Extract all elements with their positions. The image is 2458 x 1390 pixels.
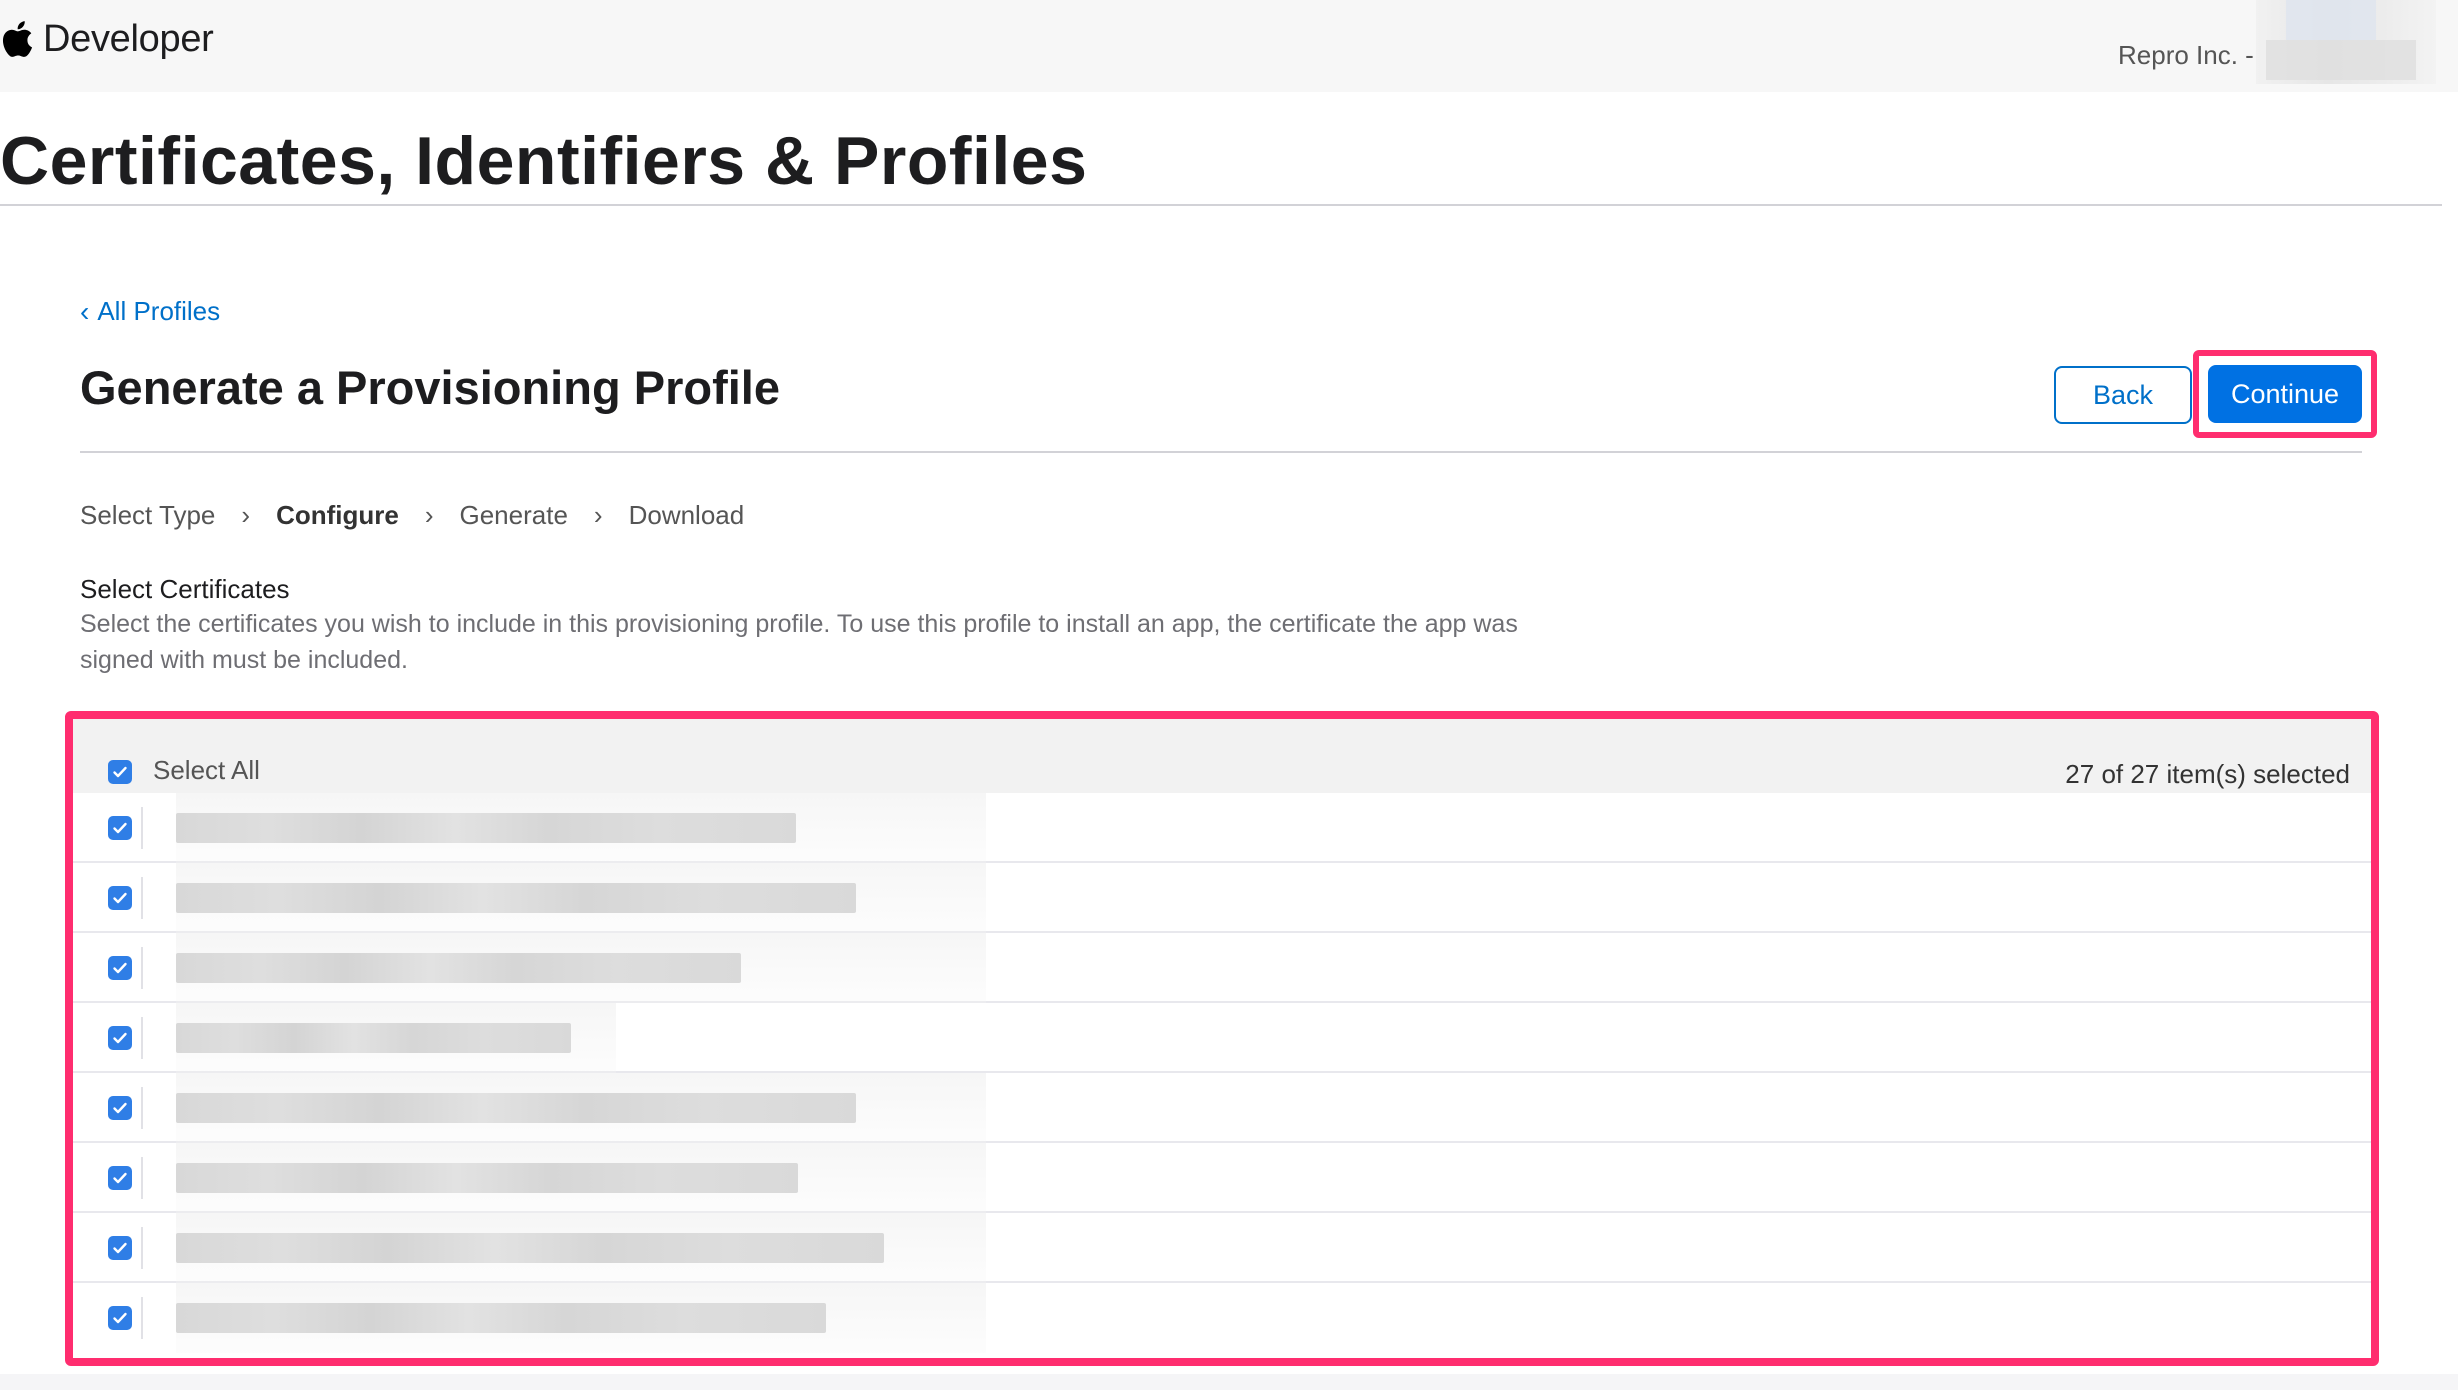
step-indicator: Select Type › Configure › Generate › Dow… [80,500,744,531]
chevron-right-icon: › [593,500,603,530]
redacted-account-info [2256,0,2436,84]
select-all-checkbox[interactable] [108,760,132,784]
step-download: Download [628,500,745,530]
checkmark-icon [113,962,127,974]
row-divider [141,1227,143,1269]
row-divider [141,1017,143,1059]
table-row[interactable] [73,1143,2371,1213]
brand-label: Developer [43,17,214,60]
select-all-label: Select All [153,755,260,785]
all-profiles-label: All Profiles [97,296,221,326]
row-divider [141,1297,143,1339]
developer-home-link[interactable]: Developer [0,14,214,64]
redacted-certificate-name [176,1023,571,1053]
certificates-description: Select the certificates you wish to incl… [80,610,1518,674]
row-checkbox[interactable] [108,816,132,840]
redacted-certificate-name [176,883,856,913]
row-checkbox[interactable] [108,1166,132,1190]
checkmark-icon [113,1312,127,1324]
table-row[interactable] [73,863,2371,933]
redacted-certificate-name [176,1233,884,1263]
account-team-name[interactable]: Repro Inc. - [2118,40,2254,71]
checkmark-icon [113,892,127,904]
checkmark-icon [113,1102,127,1114]
all-profiles-link[interactable]: ‹ All Profiles [80,296,220,327]
table-row[interactable] [73,1073,2371,1143]
row-divider [141,807,143,849]
checkmark-icon [113,1242,127,1254]
checkmark-icon [113,1032,127,1044]
top-bar: Developer Repro Inc. - [0,0,2458,92]
table-row[interactable] [73,933,2371,1003]
redacted-certificate-name [176,813,796,843]
step-select-type: Select Type [80,500,216,530]
row-checkbox[interactable] [108,956,132,980]
section-title: Generate a Provisioning Profile [80,361,780,414]
continue-button[interactable]: Continue [2208,365,2362,423]
row-divider [141,877,143,919]
step-generate: Generate [459,500,568,530]
row-checkbox[interactable] [108,1026,132,1050]
back-button[interactable]: Back [2054,366,2192,424]
row-checkbox[interactable] [108,1236,132,1260]
redacted-certificate-name [176,1093,856,1123]
step-configure: Configure [276,500,399,530]
title-divider [0,204,2442,206]
redacted-certificate-name [176,1163,798,1193]
table-row[interactable] [73,793,2371,863]
checkmark-icon [113,822,127,834]
row-checkbox[interactable] [108,1096,132,1120]
table-row[interactable] [73,1003,2371,1073]
row-divider [141,1157,143,1199]
selected-count: 27 of 27 item(s) selected [2065,759,2350,789]
row-divider [141,1087,143,1129]
row-checkbox[interactable] [108,886,132,910]
page-title: Certificates, Identifiers & Profiles [0,123,1088,199]
section-divider [80,451,2362,453]
certificates-heading: Select Certificates [80,574,290,604]
apple-logo-icon [2,21,33,57]
redacted-certificate-name [176,1303,826,1333]
table-row[interactable] [73,1283,2371,1353]
checkmark-icon [113,766,127,778]
page-footer-strip [0,1374,2458,1390]
chevron-right-icon: › [241,500,251,530]
row-divider [141,947,143,989]
table-header: Select All 27 of 27 item(s) selected [73,719,2371,793]
chevron-left-icon: ‹ [80,295,90,327]
certificates-table: Select All 27 of 27 item(s) selected [65,711,2379,1366]
row-checkbox[interactable] [108,1306,132,1330]
redacted-certificate-name [176,953,741,983]
checkmark-icon [113,1172,127,1184]
table-row[interactable] [73,1213,2371,1283]
chevron-right-icon: › [424,500,434,530]
